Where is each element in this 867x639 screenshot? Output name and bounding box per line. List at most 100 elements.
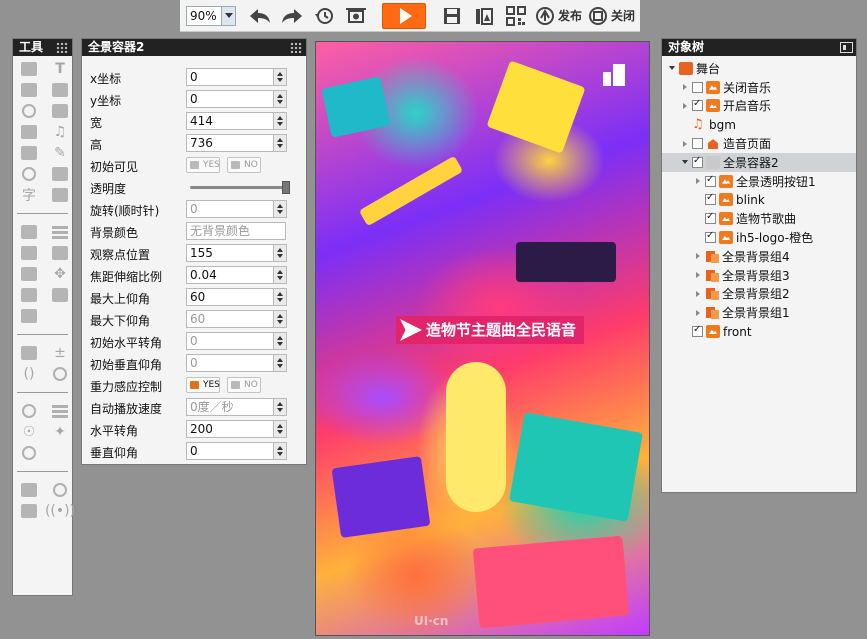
- screenshot-icon[interactable]: [343, 3, 369, 29]
- collapsed-arrow-icon[interactable]: [693, 308, 703, 318]
- visibility-checkbox[interactable]: [705, 174, 716, 187]
- yes-toggle[interactable]: YES: [186, 377, 220, 393]
- page-tool-icon[interactable]: [18, 81, 40, 99]
- file-tool-icon[interactable]: [49, 81, 71, 99]
- tree-node[interactable]: 关闭音乐: [662, 78, 856, 97]
- property-input[interactable]: 无背景颜色: [186, 222, 286, 240]
- screen-tool-icon[interactable]: [18, 286, 40, 304]
- film-tool-icon[interactable]: [18, 481, 40, 499]
- property-input[interactable]: 0: [186, 354, 286, 372]
- expanded-arrow-icon[interactable]: [680, 157, 690, 167]
- spinner-arrows-icon[interactable]: [273, 354, 287, 372]
- undo-icon[interactable]: [247, 3, 273, 29]
- network-tool-icon[interactable]: [49, 481, 71, 499]
- opacity-slider[interactable]: [190, 181, 290, 194]
- spinner-arrows-icon[interactable]: [273, 288, 287, 306]
- list-tool-icon[interactable]: [49, 402, 71, 420]
- tree-node[interactable]: 全景背景组1: [662, 303, 856, 322]
- comment-tool-icon[interactable]: [18, 344, 40, 362]
- music-tool-icon[interactable]: ♫: [49, 123, 71, 141]
- zoom-select[interactable]: 90%: [186, 5, 236, 26]
- hand-tool-icon[interactable]: [18, 444, 40, 462]
- visibility-checkbox[interactable]: [705, 211, 716, 225]
- spinner-arrows-icon[interactable]: [273, 200, 287, 218]
- property-input[interactable]: 200: [186, 420, 286, 438]
- tree-node[interactable]: 造物节歌曲: [662, 209, 856, 228]
- note-tool-icon[interactable]: [18, 223, 40, 241]
- visibility-checkbox[interactable]: [692, 324, 703, 338]
- collapsed-arrow-icon[interactable]: [693, 270, 703, 280]
- spinner-arrows-icon[interactable]: [273, 442, 287, 460]
- chevron-down-icon[interactable]: [221, 6, 235, 25]
- panel-toggle-icon[interactable]: [840, 42, 853, 53]
- property-input[interactable]: 0: [186, 332, 286, 350]
- expanded-arrow-icon[interactable]: [667, 63, 677, 73]
- folder-tool-icon[interactable]: [18, 244, 40, 262]
- drag-grip-icon[interactable]: [56, 42, 68, 53]
- spinner-arrows-icon[interactable]: [273, 420, 287, 438]
- bracket-tool-icon[interactable]: (): [18, 365, 40, 383]
- qrcode-icon[interactable]: [503, 3, 529, 29]
- visibility-checkbox[interactable]: [692, 138, 703, 150]
- property-input[interactable]: 0: [186, 200, 286, 218]
- save-icon[interactable]: [439, 3, 465, 29]
- visibility-checkbox[interactable]: [692, 98, 703, 112]
- video-tool-icon[interactable]: [18, 123, 40, 141]
- power-tool-icon[interactable]: [18, 165, 40, 183]
- property-input[interactable]: 60: [186, 310, 286, 328]
- tree-node[interactable]: 全景背景组2: [662, 285, 856, 304]
- tree-node[interactable]: front: [662, 322, 856, 341]
- tree-node[interactable]: 开启音乐: [662, 97, 856, 116]
- chart-tool-icon[interactable]: [49, 165, 71, 183]
- collapsed-arrow-icon[interactable]: [680, 139, 690, 149]
- collapsed-arrow-icon[interactable]: [693, 251, 703, 261]
- visibility-checkbox[interactable]: [705, 230, 716, 244]
- redo-icon[interactable]: [279, 3, 305, 29]
- slider-tool-icon[interactable]: [49, 244, 71, 262]
- property-input[interactable]: 0.04: [186, 266, 286, 284]
- currency-tool-icon[interactable]: [49, 365, 71, 383]
- signal-tool-icon[interactable]: ((•)): [45, 502, 75, 520]
- counter-tool-icon[interactable]: ±: [49, 344, 71, 362]
- stage-canvas[interactable]: 造物节主题曲全民语音 UI·cn: [315, 41, 650, 636]
- pen-tool-icon[interactable]: ✎: [49, 144, 71, 162]
- layers-tool-icon[interactable]: [49, 223, 71, 241]
- spinner-arrows-icon[interactable]: [273, 90, 287, 108]
- timer-tool-icon[interactable]: [18, 402, 40, 420]
- property-input[interactable]: 0: [186, 68, 286, 86]
- property-input[interactable]: 0: [186, 442, 286, 460]
- publish-button[interactable]: 发布: [535, 3, 582, 29]
- tree-node[interactable]: blink: [662, 191, 856, 210]
- property-input[interactable]: 0: [186, 90, 286, 108]
- property-input[interactable]: 0度／秒: [186, 398, 286, 416]
- wand-tool-icon[interactable]: ✦: [49, 423, 71, 441]
- spinner-arrows-icon[interactable]: [273, 68, 287, 86]
- phone-tool-icon[interactable]: [49, 286, 71, 304]
- tree-node[interactable]: 全景背景组4: [662, 247, 856, 266]
- slider-handle[interactable]: [282, 181, 290, 194]
- spinner-arrows-icon[interactable]: [273, 266, 287, 284]
- picture-tool-icon[interactable]: [49, 102, 71, 120]
- visibility-checkbox[interactable]: [692, 81, 703, 93]
- play-icon[interactable]: [382, 2, 426, 29]
- tree-node[interactable]: 舞台: [662, 59, 856, 78]
- no-toggle[interactable]: NO: [227, 157, 261, 173]
- spinner-arrows-icon[interactable]: [273, 398, 287, 416]
- collapsed-arrow-icon[interactable]: [693, 289, 703, 299]
- visibility-checkbox[interactable]: [692, 155, 703, 168]
- spinner-arrows-icon[interactable]: [273, 310, 287, 328]
- property-input[interactable]: 736: [186, 134, 286, 152]
- property-input[interactable]: 60: [186, 288, 286, 306]
- yes-toggle[interactable]: YES: [186, 157, 220, 173]
- collapsed-arrow-icon[interactable]: [680, 82, 690, 92]
- stage-banner[interactable]: 造物节主题曲全民语音: [396, 316, 585, 344]
- close-button[interactable]: 关闭: [588, 3, 635, 29]
- mail-tool-icon[interactable]: [18, 307, 40, 325]
- tree-node[interactable]: 全景容器2: [662, 152, 856, 172]
- layout-tool-icon[interactable]: [18, 144, 40, 162]
- property-input[interactable]: 414: [186, 112, 286, 130]
- drag-grip-icon[interactable]: [290, 42, 302, 53]
- walk-tool-icon[interactable]: ☉: [18, 423, 40, 441]
- no-toggle[interactable]: NO: [227, 377, 261, 393]
- text-tool-icon[interactable]: T: [49, 60, 71, 78]
